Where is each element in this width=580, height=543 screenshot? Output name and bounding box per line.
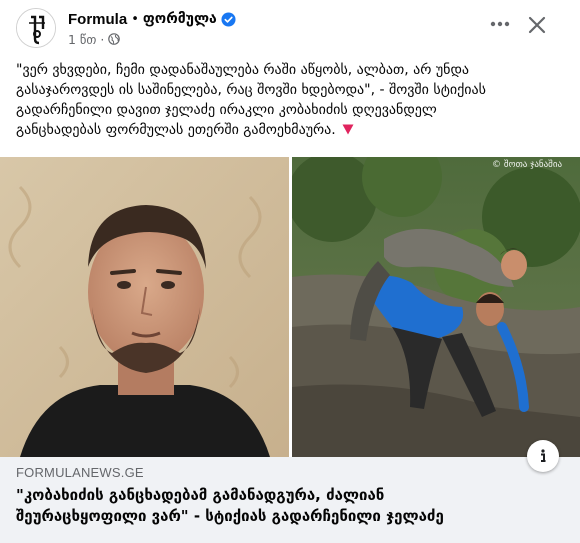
photo-man-portrait[interactable] [0, 157, 289, 457]
post-text: "ვერ ვხვდები, ჩემი დადანაშაულება რაში აწ… [16, 60, 568, 140]
post-title-line: Formula • ფორმულა [68, 9, 236, 29]
post-header: Formula • ფორმულა 1 წთ · [0, 0, 580, 54]
rescue-image [292, 157, 580, 457]
link-preview-card[interactable]: FORMULANEWS.GE "კობახიძის განცხადებამ გა… [0, 457, 580, 543]
page-avatar[interactable] [16, 8, 56, 48]
link-domain: FORMULANEWS.GE [16, 465, 144, 480]
more-dots-icon [490, 21, 510, 27]
info-button[interactable] [527, 440, 559, 472]
post-text-line: განცხადებას ფორმულას ეთერში გამოეხმაურა. [16, 120, 568, 140]
name-separator: • [131, 11, 139, 27]
photo-watermark: © შოთა ჯანაშია [492, 160, 563, 170]
photo-rescue-scene[interactable]: © შოთა ჯანაშია [292, 157, 580, 457]
formula-logo-icon [17, 9, 55, 47]
close-icon [528, 16, 546, 34]
post-timestamp[interactable]: 1 წთ [68, 32, 96, 47]
verified-badge-icon [221, 11, 236, 27]
post-text-line: გადარჩენილი დავით ჯელაძე ირაკლი კობახიძი… [16, 102, 437, 118]
page-alt-name-link[interactable]: ფორმულა [143, 11, 217, 27]
info-icon [541, 449, 546, 462]
red-triangle-down-icon [342, 124, 354, 135]
post-text-line: "ვერ ვხვდები, ჩემი დადანაშაულება რაში აწ… [16, 62, 470, 78]
post-meta: 1 წთ · [68, 31, 121, 47]
close-button[interactable] [524, 12, 550, 38]
meta-dot: · [100, 31, 105, 47]
post-media[interactable]: © შოთა ჯანაშია [0, 157, 580, 457]
page-name-link[interactable]: Formula [68, 11, 127, 28]
link-title-line: შეურაცხყოფილი ვარ" - სტიქიას გადარჩენილი… [16, 507, 444, 525]
globe-icon[interactable] [108, 33, 121, 45]
post-text-line-content: განცხადებას ფორმულას ეთერში გამოეხმაურა. [16, 122, 336, 138]
more-options-button[interactable] [488, 12, 512, 36]
post-text-line: გასაჯაროვდეს ის საშინელება, რაც შოვში ხდ… [16, 82, 486, 98]
portrait-image [0, 157, 289, 457]
link-title[interactable]: "კობახიძის განცხადებამ გამანადგურა, ძალი… [16, 485, 516, 527]
link-title-line: "კობახიძის განცხადებამ გამანადგურა, ძალი… [16, 486, 385, 504]
